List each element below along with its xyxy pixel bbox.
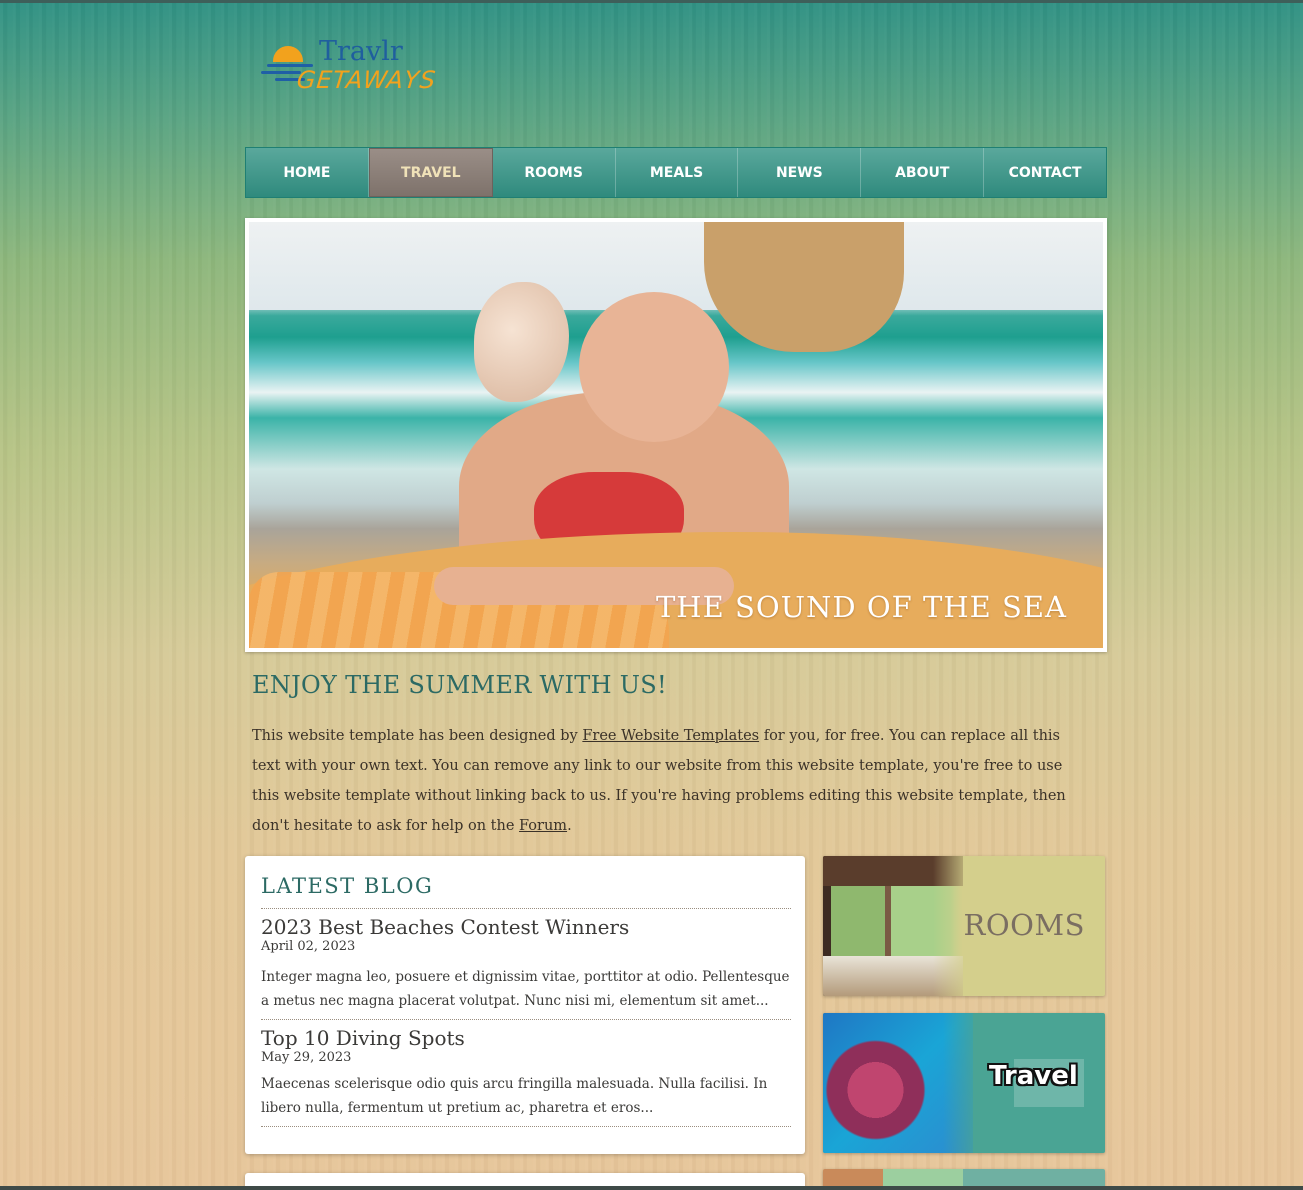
site-logo[interactable]: Travlr GETAWAYS [255, 36, 445, 104]
blog-post-date: April 02, 2023 [261, 939, 356, 954]
page-container: Travlr GETAWAYS HOME TRAVEL ROOMS MEALS … [245, 0, 1107, 1190]
nav-item-rooms[interactable]: ROOMS [493, 148, 616, 197]
intro-text: This website template has been designed … [252, 721, 1092, 841]
blog-post: 2023 Best Beaches Contest Winners April … [261, 909, 791, 1020]
main-nav: HOME TRAVEL ROOMS MEALS NEWS ABOUT CONTA… [245, 147, 1107, 198]
blog-post-excerpt: Integer magna leo, posuere et dignissim … [261, 969, 790, 1009]
hero-face [579, 292, 729, 442]
blog-post-excerpt: Maecenas scelerisque odio quis arcu frin… [261, 1076, 768, 1116]
intro-text-part: This website template has been designed … [252, 728, 583, 744]
seashell-icon [474, 282, 569, 402]
hero-image: THE SOUND OF THE SEA [249, 222, 1103, 648]
hero-caption: THE SOUND OF THE SEA [655, 590, 1067, 624]
nav-item-contact[interactable]: CONTACT [984, 148, 1106, 197]
nav-item-home[interactable]: HOME [246, 148, 369, 197]
nav-item-about[interactable]: ABOUT [861, 148, 985, 197]
intro-text-part: . [567, 818, 572, 834]
bottom-border [0, 1186, 1303, 1190]
hero-banner: THE SOUND OF THE SEA [245, 218, 1107, 652]
logo-sun-icon [273, 46, 303, 62]
nav-item-meals[interactable]: MEALS [616, 148, 739, 197]
travel-tile-label: Travel [989, 1061, 1078, 1091]
blog-post-title[interactable]: Top 10 Diving Spots [261, 1026, 791, 1050]
logo-tagline: GETAWAYS [295, 66, 438, 94]
blog-post: Top 10 Diving Spots May 29, 2023 Maecena… [261, 1020, 791, 1127]
travel-tile[interactable]: Travel [823, 1013, 1105, 1153]
intro-title: ENJOY THE SUMMER WITH US! [252, 671, 667, 699]
blog-post-date: May 29, 2023 [261, 1050, 352, 1065]
nav-item-travel[interactable]: TRAVEL [368, 148, 493, 197]
blog-post-title[interactable]: 2023 Best Beaches Contest Winners [261, 915, 791, 939]
latest-blog-box: LATEST BLOG 2023 Best Beaches Contest Wi… [245, 856, 805, 1154]
rooms-tile[interactable]: ROOMS [823, 856, 1105, 996]
hero-hair [704, 222, 904, 352]
forum-link[interactable]: Forum [519, 818, 567, 834]
logo-name: Travlr [319, 36, 403, 67]
logo-wave-icon [261, 71, 301, 74]
blog-title: LATEST BLOG [261, 874, 791, 909]
rooms-tile-label: ROOMS [963, 908, 1085, 942]
free-website-templates-link[interactable]: Free Website Templates [582, 728, 759, 744]
nav-item-news[interactable]: NEWS [738, 148, 862, 197]
travel-tile-fade [943, 1013, 983, 1153]
